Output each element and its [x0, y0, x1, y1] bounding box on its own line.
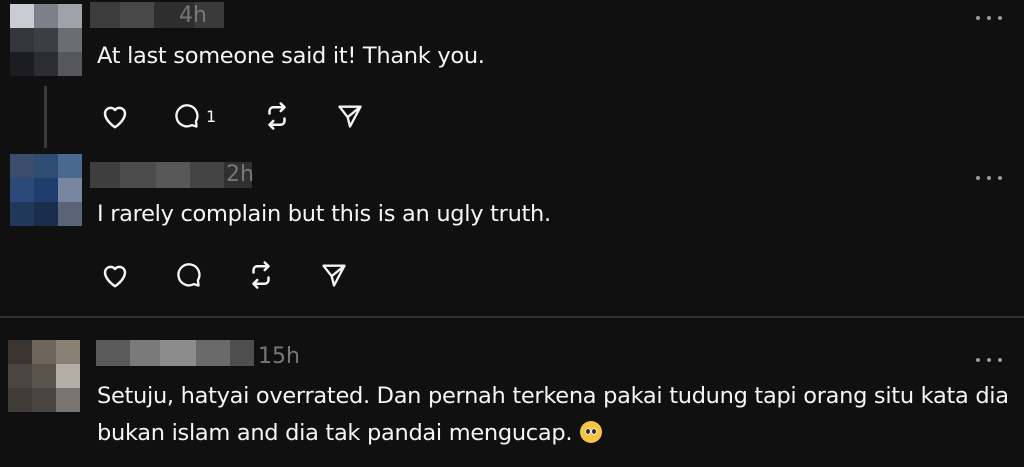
comment-3: 15h Setuju, hatyai overrated. Dan pernah… [0, 318, 1024, 467]
repost-button[interactable] [246, 258, 276, 292]
avatar-pixel [10, 154, 34, 178]
timestamp: 2h [226, 162, 254, 187]
avatar[interactable] [10, 154, 82, 226]
avatar-pixel [34, 28, 58, 52]
like-button[interactable] [100, 99, 130, 133]
timestamp: 4h [179, 3, 207, 28]
comment-icon [177, 263, 201, 287]
avatar-pixel [58, 52, 82, 76]
avatar-pixel [10, 4, 34, 28]
reply-button[interactable]: 1 [172, 99, 216, 133]
username-pixel [120, 2, 154, 28]
avatar-pixel [58, 154, 82, 178]
username-pixel [156, 162, 190, 188]
comment-icon [175, 104, 199, 128]
avatar-pixel [34, 178, 58, 202]
timestamp: 15h [258, 344, 300, 369]
username-pixel [90, 2, 120, 28]
avatar-pixel [58, 202, 82, 226]
username-pixel [190, 162, 224, 188]
avatar-pixel [10, 28, 34, 52]
more-icon [976, 176, 980, 180]
avatar-pixel [8, 364, 32, 388]
comment-text-line-1: Setuju, hatyai overrated. Dan pernah ter… [97, 383, 1009, 409]
avatar[interactable] [10, 4, 82, 76]
send-icon [322, 264, 346, 287]
avatar-pixel [58, 4, 82, 28]
comment-1: 4h At last someone said it! Thank you. 1 [0, 0, 1024, 150]
username-pixel [120, 162, 156, 188]
username-pixel [96, 340, 130, 366]
share-button[interactable] [336, 99, 364, 133]
avatar-pixel [34, 4, 58, 28]
username-pixel [196, 340, 230, 366]
avatar-pixel [10, 52, 34, 76]
comment-2: 2h I rarely complain but this is an ugly… [0, 150, 1024, 315]
send-icon [338, 105, 362, 128]
avatar-pixel [10, 202, 34, 226]
like-button[interactable] [100, 258, 130, 292]
more-icon [976, 358, 980, 362]
username-pixel [160, 340, 196, 366]
thread-line [44, 86, 47, 148]
avatar[interactable] [8, 340, 80, 412]
avatar-pixel [56, 388, 80, 412]
comment-text-line-2-text: bukan islam and dia tak pandai mengucap. [97, 420, 573, 446]
username-blurred[interactable] [96, 340, 254, 366]
more-options-button[interactable] [976, 14, 1002, 22]
avatar-pixel [32, 340, 56, 364]
avatar-pixel [58, 28, 82, 52]
username-pixel [130, 340, 160, 366]
share-button[interactable] [320, 258, 348, 292]
comment-text: I rarely complain but this is an ugly tr… [97, 201, 551, 227]
avatar-pixel [8, 388, 32, 412]
avatar-pixel [32, 388, 56, 412]
heart-icon [103, 265, 127, 288]
username-pixel [90, 162, 120, 188]
avatar-pixel [34, 154, 58, 178]
avatar-pixel [34, 52, 58, 76]
repost-icon [252, 261, 270, 289]
comment-text: At last someone said it! Thank you. [97, 43, 485, 69]
avatar-pixel [58, 178, 82, 202]
username-pixel [230, 340, 254, 366]
avatar-pixel [8, 340, 32, 364]
repost-icon [268, 102, 286, 130]
more-options-button[interactable] [976, 356, 1002, 364]
comment-text-line-2: bukan islam and dia tak pandai mengucap. [97, 415, 603, 452]
avatar-pixel [56, 364, 80, 388]
more-options-button[interactable] [976, 174, 1002, 182]
heart-icon [103, 106, 127, 129]
pleading-face-emoji [580, 421, 603, 443]
avatar-pixel [32, 364, 56, 388]
avatar-pixel [34, 202, 58, 226]
avatar-pixel [56, 340, 80, 364]
repost-button[interactable] [262, 99, 292, 133]
reply-button[interactable] [174, 258, 202, 292]
more-icon [976, 16, 980, 20]
reply-count: 1 [206, 106, 217, 126]
avatar-pixel [10, 178, 34, 202]
